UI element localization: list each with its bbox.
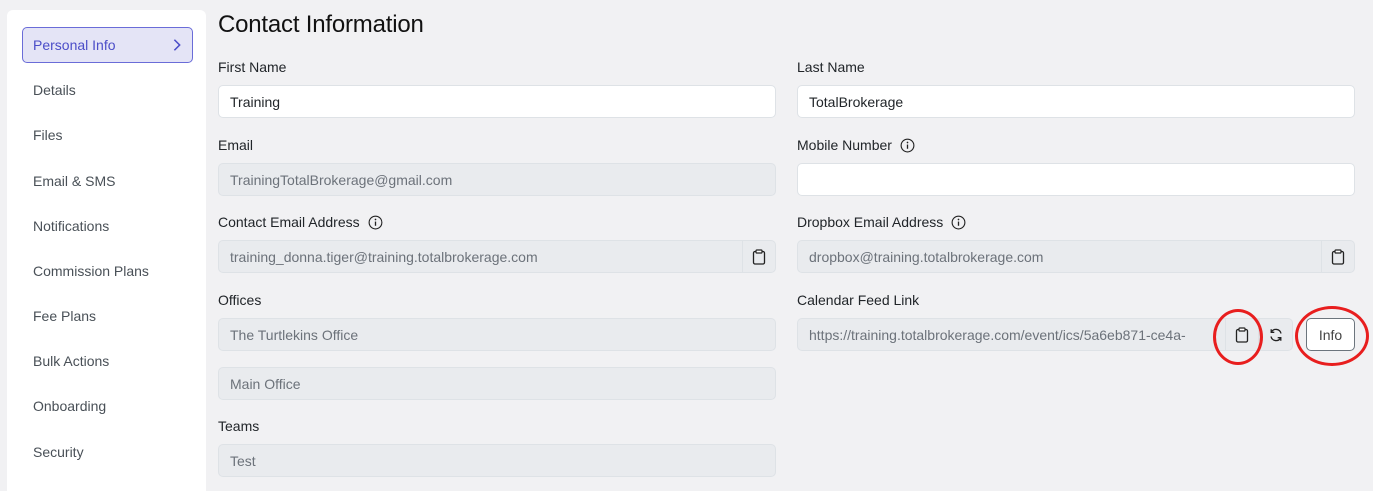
email-label: Email bbox=[218, 137, 253, 153]
email-label-text: Email bbox=[218, 137, 254, 153]
mobile-number-field[interactable] bbox=[797, 163, 1355, 196]
calendar-feed-label: Calendar Feed Link bbox=[797, 292, 919, 308]
sidebar-item-files[interactable]: Files bbox=[22, 117, 193, 153]
sidebar-item-label: Notifications bbox=[33, 218, 110, 234]
offices-label-text: Offices bbox=[218, 292, 262, 308]
sidebar-item-label: Email & SMS bbox=[33, 173, 116, 189]
offices-label: Offices bbox=[218, 292, 261, 308]
page-title: Contact Information bbox=[218, 11, 424, 38]
dropbox-email-group bbox=[797, 240, 1355, 273]
sidebar-item-fee-plans[interactable]: Fee Plans bbox=[22, 298, 193, 334]
dropbox-email-label: Dropbox Email Address bbox=[797, 214, 966, 230]
clipboard-icon bbox=[1235, 326, 1249, 343]
copy-dropbox-email-button[interactable] bbox=[1321, 240, 1355, 273]
teams-label: Teams bbox=[218, 418, 259, 434]
teams-label-text: Teams bbox=[218, 418, 260, 434]
refresh-calendar-feed-button[interactable] bbox=[1259, 318, 1293, 351]
last-name-label: Last Name bbox=[797, 59, 865, 75]
sidebar-item-label: Onboarding bbox=[33, 398, 107, 414]
settings-sidebar: Personal Info Details Files Email & SMS … bbox=[7, 10, 206, 491]
dropbox-email-field[interactable] bbox=[797, 240, 1321, 273]
sidebar-item-notifications[interactable]: Notifications bbox=[22, 208, 193, 244]
calendar-feed-label-text: Calendar Feed Link bbox=[797, 292, 920, 308]
office-field[interactable] bbox=[218, 367, 776, 400]
contact-email-label: Contact Email Address bbox=[218, 214, 383, 230]
contact-email-group bbox=[218, 240, 776, 273]
sidebar-item-details[interactable]: Details bbox=[22, 72, 193, 108]
sidebar-item-onboarding[interactable]: Onboarding bbox=[22, 388, 193, 424]
sidebar-item-label: Personal Info bbox=[33, 37, 116, 53]
first-name-label-text: First Name bbox=[218, 59, 287, 75]
dropbox-email-label-text: Dropbox Email Address bbox=[797, 214, 944, 230]
first-name-label: First Name bbox=[218, 59, 286, 75]
sidebar-item-personal-info[interactable]: Personal Info bbox=[22, 27, 193, 63]
mobile-number-label: Mobile Number bbox=[797, 137, 915, 153]
sidebar-item-label: Bulk Actions bbox=[33, 353, 110, 369]
refresh-icon bbox=[1270, 328, 1282, 341]
contact-email-field[interactable] bbox=[218, 240, 742, 273]
calendar-feed-info-button[interactable]: Info bbox=[1306, 318, 1355, 351]
info-circle-icon[interactable] bbox=[900, 138, 915, 153]
last-name-label-text: Last Name bbox=[797, 59, 865, 75]
copy-calendar-feed-button[interactable] bbox=[1225, 318, 1259, 351]
sidebar-item-label: Security bbox=[33, 444, 84, 460]
sidebar-item-security[interactable]: Security bbox=[22, 434, 193, 470]
mobile-number-label-text: Mobile Number bbox=[797, 137, 892, 153]
chevron-right-icon bbox=[173, 39, 181, 51]
clipboard-icon bbox=[752, 248, 766, 265]
last-name-field[interactable] bbox=[797, 85, 1355, 118]
sidebar-item-label: Fee Plans bbox=[33, 308, 97, 324]
teams-field[interactable] bbox=[218, 444, 776, 477]
info-circle-icon[interactable] bbox=[368, 215, 383, 230]
contact-email-label-text: Contact Email Address bbox=[218, 214, 360, 230]
info-circle-icon[interactable] bbox=[951, 215, 966, 230]
sidebar-item-commission-plans[interactable]: Commission Plans bbox=[22, 253, 193, 289]
email-field[interactable] bbox=[218, 163, 776, 196]
calendar-feed-group bbox=[797, 318, 1293, 351]
sidebar-item-label: Commission Plans bbox=[33, 263, 149, 279]
sidebar-item-email-sms[interactable]: Email & SMS bbox=[22, 163, 193, 199]
sidebar-item-label: Details bbox=[33, 82, 76, 98]
copy-contact-email-button[interactable] bbox=[742, 240, 776, 273]
sidebar-item-label: Files bbox=[33, 127, 63, 143]
first-name-field[interactable] bbox=[218, 85, 776, 118]
clipboard-icon bbox=[1331, 248, 1345, 265]
office-field[interactable] bbox=[218, 318, 776, 351]
calendar-feed-field[interactable] bbox=[797, 318, 1225, 351]
sidebar-item-bulk-actions[interactable]: Bulk Actions bbox=[22, 343, 193, 379]
